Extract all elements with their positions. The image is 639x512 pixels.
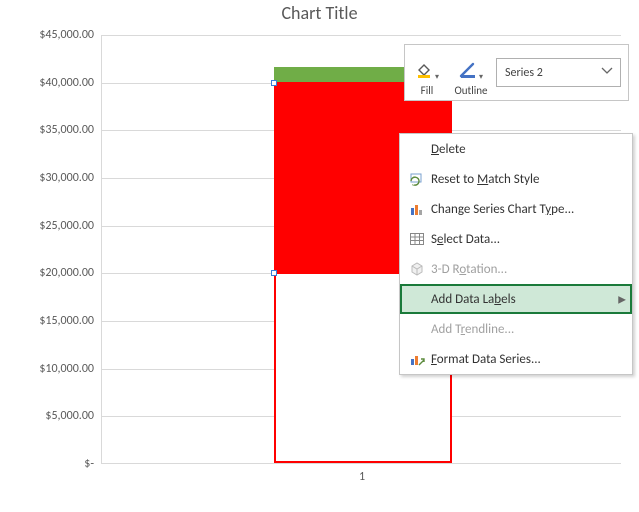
menu-item-delete[interactable]: Delete bbox=[400, 134, 632, 164]
outline-button[interactable]: ▾ Outline bbox=[449, 45, 493, 100]
submenu-arrow-icon: ▶ bbox=[618, 293, 626, 306]
selection-handle[interactable] bbox=[271, 80, 277, 86]
series-selector-value: Series 2 bbox=[505, 66, 543, 80]
menu-item-format-data-series[interactable]: Format Data Series... bbox=[400, 344, 632, 374]
menu-item-label: Select Data... bbox=[428, 232, 632, 247]
menu-item-add-data-labels[interactable]: Add Data Labels ▶ bbox=[400, 284, 632, 314]
pen-icon bbox=[459, 61, 477, 82]
y-tick-label: $15,000.00 bbox=[4, 314, 94, 328]
select-data-icon bbox=[406, 231, 428, 247]
menu-item-change-chart-type[interactable]: Change Series Chart Type... bbox=[400, 194, 632, 224]
y-tick-label: $20,000.00 bbox=[4, 266, 94, 280]
menu-item-label: Reset to Match Style bbox=[428, 172, 632, 187]
fill-button[interactable]: ▾ Fill bbox=[405, 45, 449, 100]
y-tick-label: $40,000.00 bbox=[4, 76, 94, 90]
menu-item-label: Change Series Chart Type... bbox=[428, 202, 632, 217]
y-tick-label: $5,000.00 bbox=[4, 409, 94, 423]
menu-item-add-trendline: Add Trendline... bbox=[400, 314, 632, 344]
chart-title[interactable]: Chart Title bbox=[0, 2, 639, 24]
menu-item-label: Add Trendline... bbox=[428, 322, 632, 337]
y-tick-label: $30,000.00 bbox=[4, 171, 94, 185]
y-tick-label: $25,000.00 bbox=[4, 219, 94, 233]
y-tick-label: $10,000.00 bbox=[4, 362, 94, 376]
cube-icon bbox=[406, 261, 428, 277]
outline-label: Outline bbox=[454, 84, 487, 97]
reset-style-icon bbox=[406, 171, 428, 187]
menu-item-3d-rotation: 3-D Rotation... bbox=[400, 254, 632, 284]
paint-bucket-icon bbox=[415, 61, 433, 82]
context-menu: Delete Reset to Match Style Change Serie… bbox=[399, 133, 633, 375]
menu-item-label: Delete bbox=[428, 142, 632, 157]
fill-label: Fill bbox=[421, 84, 434, 97]
series-selector[interactable]: Series 2 bbox=[496, 58, 621, 87]
chevron-down-icon: ▾ bbox=[479, 72, 483, 82]
x-tick-label: 1 bbox=[352, 470, 372, 484]
menu-item-select-data[interactable]: Select Data... bbox=[400, 224, 632, 254]
chart-type-icon bbox=[406, 201, 428, 217]
y-tick-label: $- bbox=[4, 457, 94, 471]
chevron-down-icon: ▾ bbox=[435, 72, 439, 82]
y-tick-label: $45,000.00 bbox=[4, 28, 94, 42]
format-series-icon bbox=[406, 351, 428, 367]
selection-handle[interactable] bbox=[271, 270, 277, 276]
y-tick-label: $35,000.00 bbox=[4, 123, 94, 137]
mini-toolbar: ▾ Fill ▾ Outline Series 2 bbox=[404, 44, 629, 101]
chevron-down-icon bbox=[600, 66, 614, 80]
menu-item-label: Format Data Series... bbox=[428, 352, 632, 367]
menu-item-label: 3-D Rotation... bbox=[428, 262, 632, 277]
menu-item-reset-style[interactable]: Reset to Match Style bbox=[400, 164, 632, 194]
menu-item-label: Add Data Labels bbox=[428, 292, 632, 307]
gridline bbox=[102, 35, 621, 36]
